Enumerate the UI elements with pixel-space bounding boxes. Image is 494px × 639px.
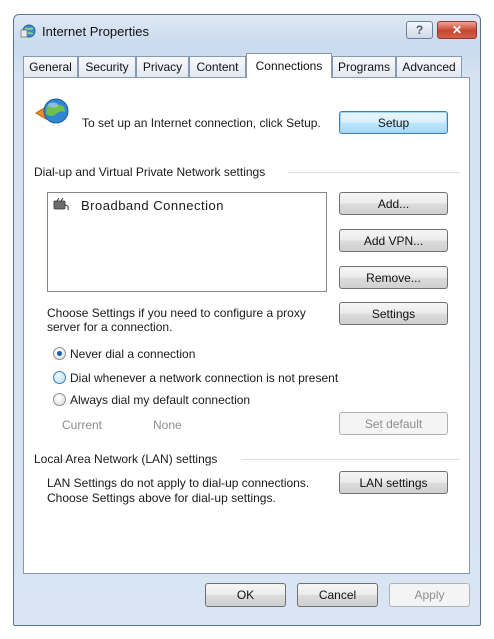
help-button[interactable]: ? [406, 21, 433, 39]
tab-content[interactable]: Content [189, 56, 246, 77]
proxy-instructions: Choose Settings if you need to configure… [47, 306, 306, 334]
internet-globe-icon [34, 94, 70, 130]
dialup-divider [288, 172, 460, 173]
settings-button[interactable]: Settings [339, 302, 448, 325]
never-dial-radio[interactable] [53, 347, 66, 360]
ok-button[interactable]: OK [205, 583, 286, 607]
setup-button[interactable]: Setup [339, 111, 448, 134]
dialup-vpn-header: Dial-up and Virtual Private Network sett… [34, 165, 266, 179]
setup-instructions: To set up an Internet connection, click … [82, 116, 321, 130]
never-dial-label[interactable]: Never dial a connection [70, 347, 195, 361]
always-dial-label[interactable]: Always dial my default connection [70, 393, 250, 407]
add-button[interactable]: Add... [339, 192, 448, 215]
window-title: Internet Properties [42, 24, 149, 39]
remove-button[interactable]: Remove... [339, 266, 448, 289]
current-value: None [153, 418, 182, 432]
lan-settings-header: Local Area Network (LAN) settings [34, 452, 218, 466]
current-label: Current [62, 418, 103, 432]
tab-general[interactable]: General [23, 56, 78, 77]
tab-privacy[interactable]: Privacy [136, 56, 189, 77]
apply-button[interactable]: Apply [389, 583, 470, 607]
lan-instructions: LAN Settings do not apply to dial-up con… [47, 476, 310, 505]
connections-list[interactable]: Broadband Connection [47, 192, 327, 292]
close-button[interactable]: ✕ [437, 21, 477, 39]
add-vpn-button[interactable]: Add VPN... [339, 229, 448, 252]
tab-advanced[interactable]: Advanced [396, 56, 462, 77]
tab-security[interactable]: Security [78, 56, 136, 77]
close-icon: ✕ [451, 23, 463, 37]
broadband-connection-icon [52, 197, 70, 216]
connection-name[interactable]: Broadband Connection [81, 198, 224, 213]
set-default-button[interactable]: Set default [339, 412, 448, 435]
always-dial-radio[interactable] [53, 393, 66, 406]
internet-properties-window: Internet Properties ? ✕ General Security… [13, 14, 481, 626]
dial-whenever-radio[interactable] [53, 371, 66, 384]
internet-options-icon [20, 23, 36, 39]
tab-programs[interactable]: Programs [332, 56, 396, 77]
dial-whenever-label[interactable]: Dial whenever a network connection is no… [70, 371, 338, 385]
connections-panel: To set up an Internet connection, click … [23, 77, 470, 574]
list-item[interactable] [52, 197, 70, 213]
cancel-button[interactable]: Cancel [297, 583, 378, 607]
tab-connections[interactable]: Connections [246, 53, 332, 78]
lan-settings-button[interactable]: LAN settings [339, 471, 448, 494]
lan-divider [242, 459, 460, 460]
